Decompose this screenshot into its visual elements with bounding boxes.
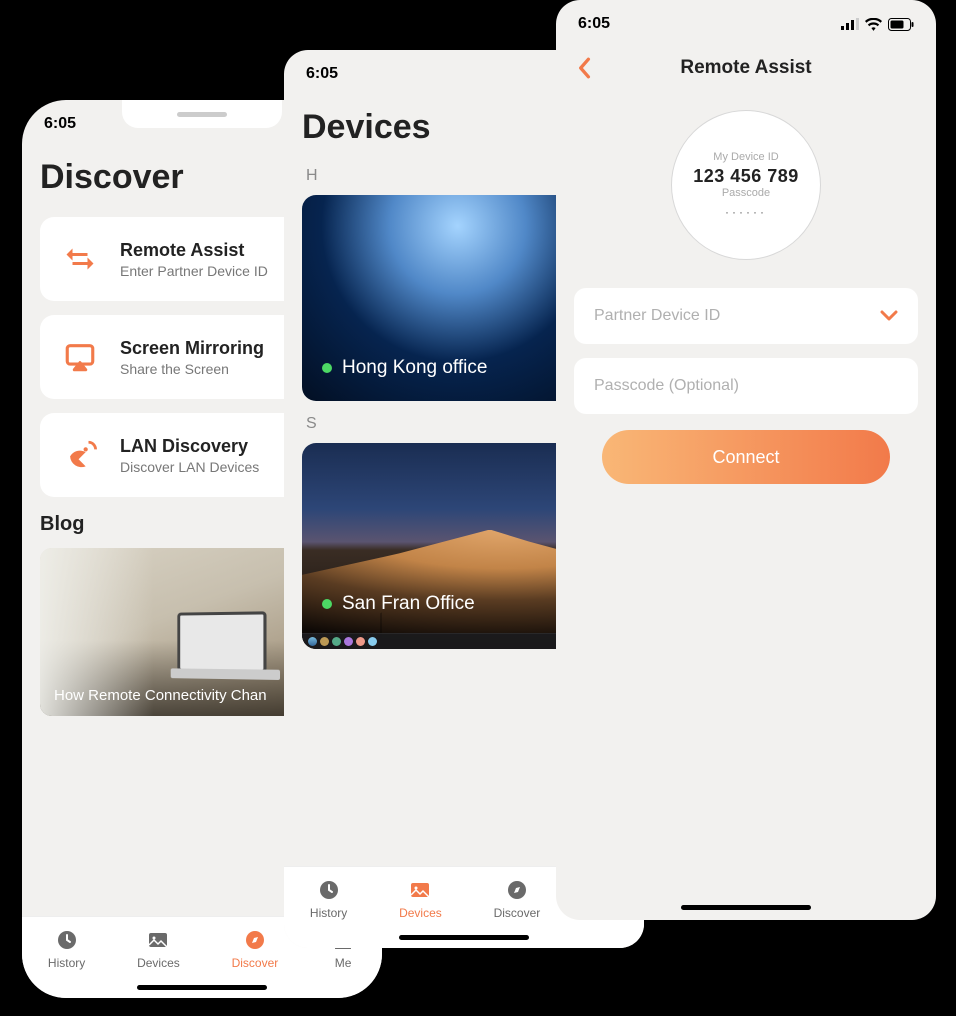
card-title: Remote Assist: [120, 240, 268, 261]
tab-label: Me: [335, 956, 352, 970]
image-icon: [407, 877, 433, 903]
blog-laptop: [177, 611, 266, 672]
card-title: Screen Mirroring: [120, 338, 264, 359]
chevron-down-icon[interactable]: [880, 310, 898, 322]
tab-discover[interactable]: Discover: [494, 877, 541, 920]
my-id-label: My Device ID: [713, 151, 778, 163]
page-title-text: Discover: [40, 158, 184, 197]
battery-icon: [888, 18, 914, 31]
tab-label: Devices: [399, 906, 442, 920]
clock-icon: [54, 927, 80, 953]
passcode-dots: ······: [725, 205, 767, 219]
tab-label: Discover: [494, 906, 541, 920]
partner-id-input[interactable]: Partner Device ID: [574, 288, 918, 344]
compass-icon: [504, 877, 530, 903]
my-id-value: 123 456 789: [693, 166, 799, 187]
status-time: 6:05: [578, 15, 610, 33]
tab-label: Discover: [232, 956, 279, 970]
my-device-id-circle: My Device ID 123 456 789 Passcode ······: [671, 110, 821, 260]
home-indicator[interactable]: [399, 935, 529, 940]
tab-label: History: [48, 956, 85, 970]
clock-icon: [316, 877, 342, 903]
partner-id-placeholder: Partner Device ID: [594, 307, 720, 325]
home-indicator[interactable]: [681, 905, 811, 910]
status-time: 6:05: [44, 115, 76, 133]
nav-title: Remote Assist: [680, 57, 811, 79]
card-subtitle: Share the Screen: [120, 361, 264, 377]
passcode-input[interactable]: Passcode (Optional): [574, 358, 918, 414]
passcode-label: Passcode: [722, 187, 770, 199]
tab-history[interactable]: History: [48, 927, 85, 970]
device-name: Hong Kong office: [342, 357, 487, 379]
home-indicator[interactable]: [137, 985, 267, 990]
tab-devices[interactable]: Devices: [137, 927, 180, 970]
nav-header: Remote Assist: [556, 44, 936, 92]
status-time: 6:05: [306, 65, 338, 83]
image-icon: [145, 927, 171, 953]
tab-label: Devices: [137, 956, 180, 970]
swap-arrows-icon: [58, 237, 102, 281]
card-title: LAN Discovery: [120, 436, 259, 457]
status-bar: 6:05: [556, 0, 936, 40]
tab-label: History: [310, 906, 347, 920]
connect-button[interactable]: Connect: [602, 430, 891, 484]
phone-remote-assist: 6:05 Remote Assist My Device ID 123 456 …: [556, 0, 936, 920]
back-chevron-icon[interactable]: [576, 57, 592, 79]
tab-history[interactable]: History: [310, 877, 347, 920]
compass-icon: [242, 927, 268, 953]
wifi-icon: [865, 18, 882, 31]
online-status-dot: [322, 599, 332, 609]
online-status-dot: [322, 363, 332, 373]
cellular-icon: [841, 18, 859, 30]
tab-discover[interactable]: Discover: [232, 927, 279, 970]
page-title-text: Devices: [302, 108, 431, 147]
card-subtitle: Enter Partner Device ID: [120, 263, 268, 279]
tab-devices[interactable]: Devices: [399, 877, 442, 920]
connect-label: Connect: [712, 447, 779, 468]
passcode-placeholder: Passcode (Optional): [594, 377, 739, 395]
satellite-dish-icon: [58, 433, 102, 477]
notch: [122, 100, 282, 128]
airplay-icon: [58, 335, 102, 379]
device-name: San Fran Office: [342, 593, 475, 615]
card-subtitle: Discover LAN Devices: [120, 459, 259, 475]
